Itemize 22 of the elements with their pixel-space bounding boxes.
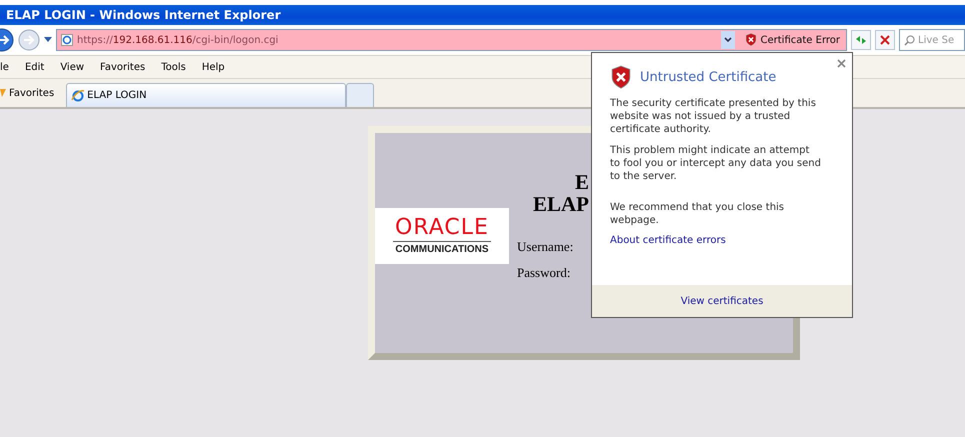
about-link[interactable]: About certificate errors [610, 235, 822, 246]
popup-title: Untrusted Certificate [640, 70, 776, 85]
field-label: Password: [517, 265, 572, 281]
view-certificates-link[interactable]: View certificates [680, 296, 764, 306]
warning-text: This problem might indicate an attempt to fool you or intercept any data you send to the server. [610, 144, 822, 184]
menu-item[interactable]: le [0, 62, 9, 72]
menu-item[interactable]: Help [202, 62, 225, 72]
login-heading: ELAP [532, 193, 589, 215]
field-label: Username: [517, 239, 574, 255]
menu-item[interactable]: Tools [161, 62, 186, 72]
address-field[interactable]: https://192.168.61.116/cgi-bin/logon.cgi Certificate Error [56, 29, 847, 51]
login-heading: E [574, 171, 589, 193]
browser-tab[interactable]: ELAP LOGIN [66, 83, 346, 107]
favorites-button[interactable]: Favorites [0, 88, 66, 98]
menu-item[interactable]: Edit [24, 62, 44, 72]
warning-text: The security certificate presented by this website was not issued by a trusted certificate authority. [610, 97, 817, 136]
certificate-error-button[interactable]: Certificate Error [738, 33, 846, 47]
warning-text: We recommend that you close this webpage. [610, 201, 786, 228]
window-title: ELAP LOGIN - Windows Internet Explorer [6, 8, 281, 22]
menu-item[interactable]: Favorites [100, 62, 146, 72]
menu-item[interactable]: View [60, 62, 84, 72]
logo: ORACLE COMMUNICATIONS [375, 208, 509, 264]
